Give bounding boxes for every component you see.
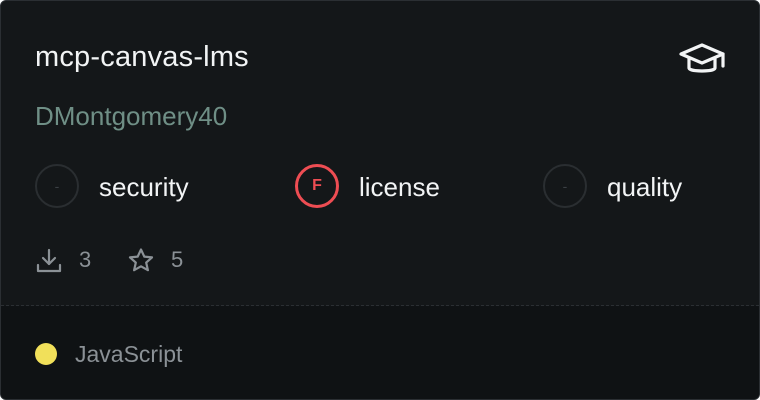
downloads-count: 3 xyxy=(79,247,92,272)
download-icon xyxy=(36,248,62,273)
quality-label: quality xyxy=(607,172,683,202)
license-label: license xyxy=(359,172,440,202)
card-title[interactable]: mcp-canvas-lms xyxy=(35,39,249,75)
graduation-cap-icon xyxy=(679,43,725,73)
stars-count: 5 xyxy=(171,247,184,272)
server-card[interactable]: mcp-canvas-lms DMontgomery40 - security … xyxy=(0,0,760,400)
star-icon xyxy=(128,248,154,272)
license-grade-badge: F xyxy=(295,164,339,208)
language-label: JavaScript xyxy=(75,341,183,367)
card-footer: JavaScript xyxy=(1,306,759,399)
language-color-dot xyxy=(35,343,57,365)
quality-grade-badge: - xyxy=(543,164,587,208)
card-author[interactable]: DMontgomery40 xyxy=(35,99,227,133)
card-header: mcp-canvas-lms DMontgomery40 - security … xyxy=(1,1,759,305)
security-label: security xyxy=(99,172,189,202)
security-grade-badge: - xyxy=(35,164,79,208)
